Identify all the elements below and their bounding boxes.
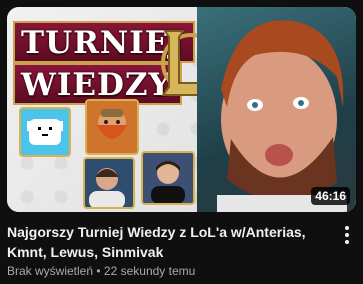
upload-time: 22 sekundy temu bbox=[103, 264, 196, 278]
more-vert-dot bbox=[345, 240, 349, 244]
more-actions-button[interactable] bbox=[339, 224, 355, 246]
duration-badge: 46:16 bbox=[311, 187, 350, 205]
video-metadata: Brak wyświetleń • 22 sekundy temu bbox=[7, 264, 195, 278]
thumbnail-person-tile-2 bbox=[141, 151, 195, 205]
host-face-icon bbox=[217, 20, 347, 212]
more-vert-dot bbox=[345, 233, 349, 237]
dog-icon bbox=[27, 119, 63, 145]
thumbnail-title-banner: TURNIEJ WIEDZY bbox=[13, 21, 195, 105]
person-avatar-icon bbox=[151, 161, 185, 203]
video-title[interactable]: Najgorszy Turniej Wiedzy z LoL'a w/Anter… bbox=[7, 222, 325, 262]
video-thumbnail[interactable]: TURNIEJ WIEDZY L bbox=[7, 7, 356, 212]
dwarf-character-icon bbox=[97, 109, 127, 139]
thumbnail-host-photo bbox=[197, 7, 356, 212]
person-avatar-icon bbox=[89, 168, 125, 207]
thumbnail-person-tile-1 bbox=[83, 157, 135, 209]
thumbnail-dwarf-tile bbox=[85, 99, 139, 155]
more-vert-icon bbox=[345, 226, 349, 230]
thumbnail-dog-tile bbox=[19, 107, 71, 157]
video-card[interactable]: TURNIEJ WIEDZY L bbox=[0, 0, 363, 284]
meta-separator: • bbox=[96, 264, 101, 278]
view-count: Brak wyświetleń bbox=[7, 264, 94, 278]
